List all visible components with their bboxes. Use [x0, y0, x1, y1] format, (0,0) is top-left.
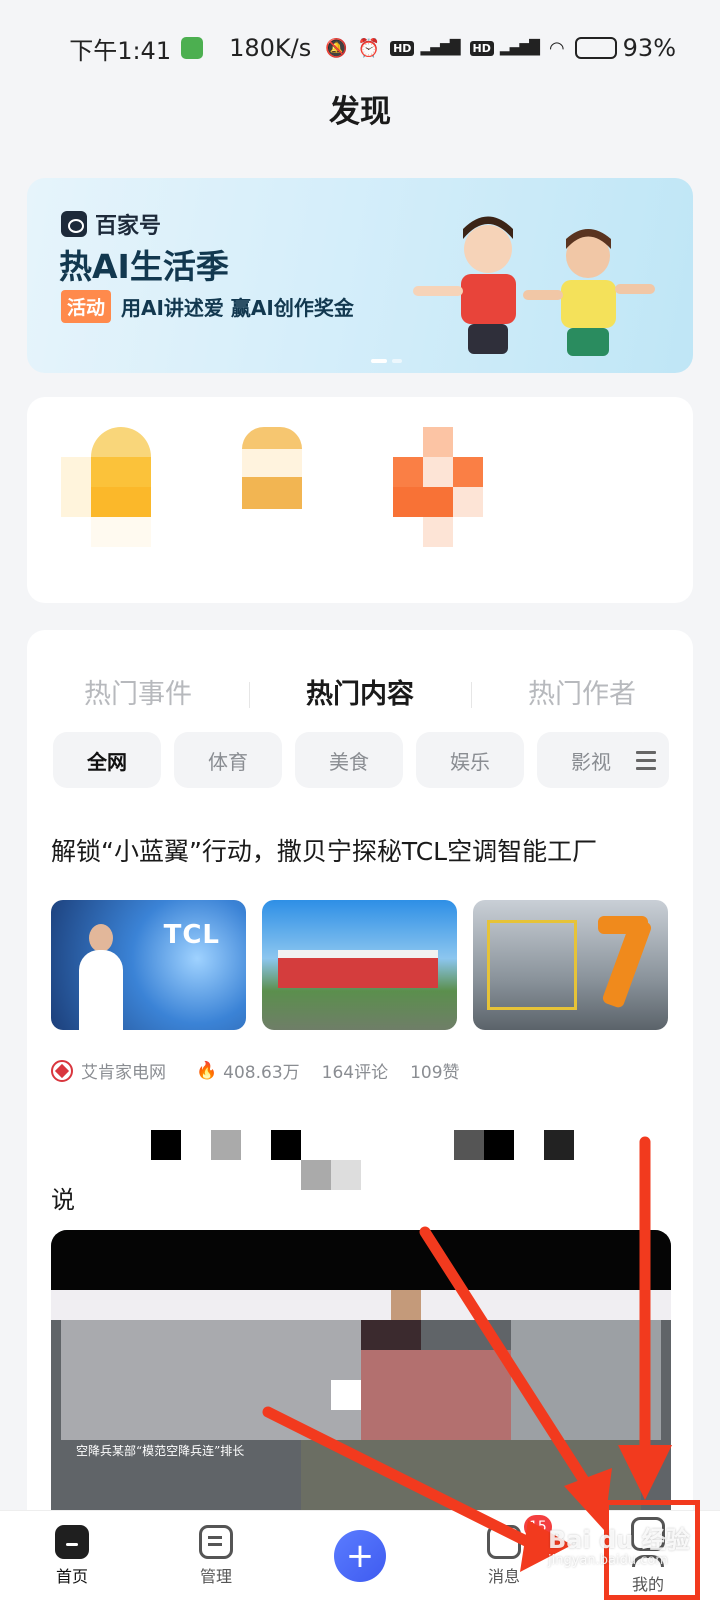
article-2-video[interactable]: 空降兵某部“模范空降兵连”排长	[51, 1230, 671, 1530]
video-caption: 空降兵某部“模范空降兵连”排长	[76, 1444, 245, 1458]
banner-illustration	[413, 216, 655, 356]
banner-subtitle: 用AI讲述爱 赢AI创作奖金	[121, 296, 354, 320]
nav-manage[interactable]: 管理	[144, 1511, 288, 1600]
nav-publish[interactable]: +	[288, 1511, 432, 1600]
menu-icon	[636, 750, 656, 754]
article-2-title[interactable]: 说	[51, 1130, 671, 1214]
nav-home[interactable]: 首页	[0, 1511, 144, 1600]
tab-hot-authors[interactable]: 热门作者	[471, 670, 693, 720]
battery-icon	[574, 37, 617, 59]
article-likes: 109赞	[410, 1063, 460, 1083]
banner-pagination	[371, 359, 402, 363]
category-menu-button[interactable]	[623, 732, 669, 788]
category-chip-all[interactable]: 全网	[53, 732, 161, 788]
home-icon	[55, 1524, 89, 1559]
baijiahao-logo-icon	[61, 211, 87, 237]
banner-dot	[392, 359, 402, 363]
category-chip-food[interactable]: 美食	[295, 732, 403, 788]
hd-badge-2: HD	[469, 40, 494, 56]
article-views: 408.63万	[223, 1063, 300, 1083]
mute-icon: 🔕	[325, 37, 348, 59]
android-notification-icon	[181, 37, 204, 59]
status-time: 下午1:41	[69, 36, 172, 65]
bell-icon	[487, 1524, 521, 1559]
quick-entry-1[interactable]	[61, 427, 181, 547]
article-thumbnail-3[interactable]	[473, 900, 668, 1030]
hot-tabs: 热门事件 热门内容 热门作者	[27, 670, 693, 720]
page-title: 发现	[329, 94, 391, 130]
watermark-url: jingyan.baidu.com	[548, 1553, 668, 1568]
article-thumbnail-2[interactable]	[262, 900, 457, 1030]
quick-entry-3[interactable]	[393, 427, 513, 547]
tab-hot-events[interactable]: 热门事件	[27, 670, 249, 720]
signal-icon-2: ▂▄▆█	[499, 40, 540, 56]
banner-headline: 热AI生活季	[59, 247, 229, 286]
watermark: Bai du 经验 jingyan.baidu.com	[548, 1520, 690, 1568]
quick-entry-2[interactable]	[227, 427, 347, 547]
article-comments: 164评论	[321, 1063, 389, 1083]
wifi-icon: ◠	[548, 37, 565, 59]
watermark-brand: Bai du 经验	[548, 1526, 690, 1554]
article-source[interactable]: 艾肯家电网	[81, 1058, 166, 1083]
manage-icon	[199, 1524, 233, 1559]
banner-brand-label: 百家号	[95, 214, 162, 239]
nav-manage-label: 管理	[199, 1566, 232, 1586]
banner-dot	[371, 359, 387, 363]
article-title[interactable]: 解锁“小蓝翼”行动，撒贝宁探秘TCL空调智能工厂	[51, 832, 597, 868]
battery-percent: 93%	[622, 34, 676, 62]
nav-home-label: 首页	[55, 1566, 88, 1586]
promo-banner[interactable]: 百家号 热AI生活季 活动 用AI讲述爱 赢AI创作奖金	[27, 178, 693, 373]
banner-tag: 活动	[61, 290, 112, 323]
category-chip-entertainment[interactable]: 娱乐	[416, 732, 524, 788]
hot-content-card: 热门事件 热门内容 热门作者 全网 体育 美食 娱乐 影视 解锁“小蓝翼”行动，…	[27, 630, 693, 1530]
alarm-icon: ⏰	[357, 37, 381, 59]
banner-brand: 百家号	[61, 208, 161, 240]
network-speed: 180K/s	[229, 34, 312, 62]
nav-messages-label: 消息	[487, 1566, 520, 1586]
hd-badge-1: HD	[390, 40, 415, 56]
article-meta: 艾肯家电网 🔥 408.63万 164评论 109赞	[51, 1058, 460, 1083]
category-chips: 全网 体育 美食 娱乐 影视	[53, 732, 663, 788]
status-bar: 下午1:41 180K/s 🔕 ⏰ HD ▂▄▆█ HD ▂▄▆█ ◠ 93%	[0, 0, 720, 96]
article-2-title-fragment: 说	[51, 1186, 75, 1214]
source-logo-icon	[51, 1059, 73, 1082]
thumbnail-brand-text: TCL	[163, 920, 220, 950]
signal-icon-1: ▂▄▆█	[420, 40, 460, 56]
quick-entry-card	[27, 397, 693, 603]
article-thumbnail-1[interactable]: TCL	[51, 900, 246, 1030]
tab-hot-content[interactable]: 热门内容	[249, 670, 471, 720]
plus-icon[interactable]: +	[334, 1529, 386, 1582]
banner-subtitle-row: 活动 用AI讲述爱 赢AI创作奖金	[61, 290, 354, 323]
article-thumbnails: TCL	[51, 900, 668, 1030]
fire-icon: 🔥	[196, 1060, 218, 1081]
category-chip-sports[interactable]: 体育	[174, 732, 282, 788]
